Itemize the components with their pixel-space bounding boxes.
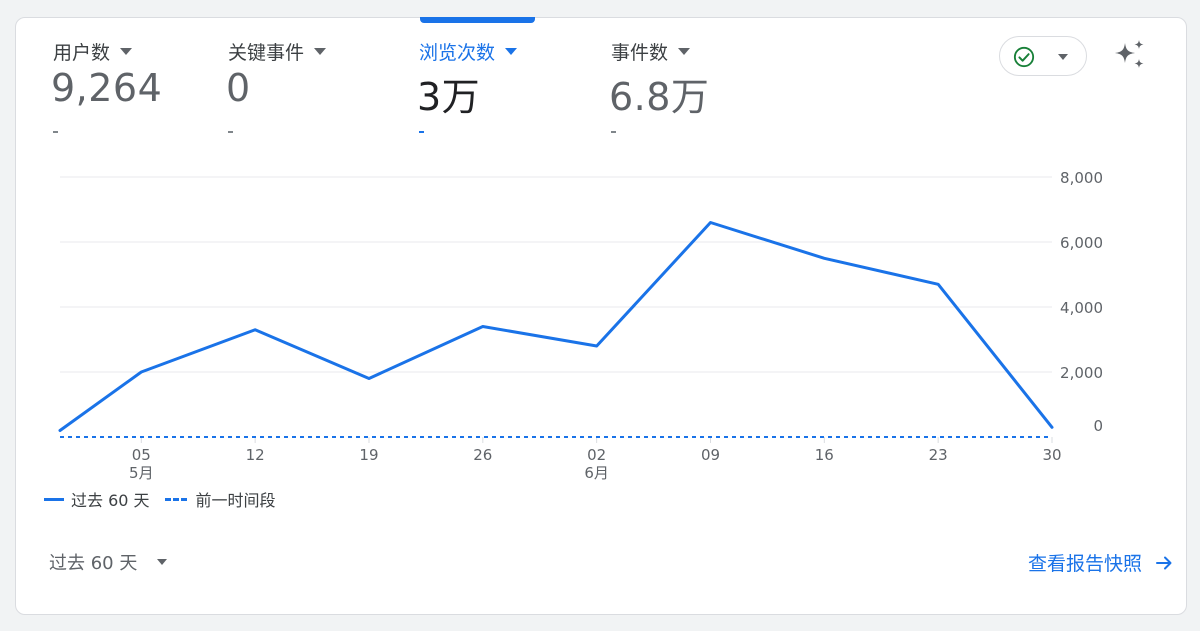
x-tick-label: 12 [246, 446, 265, 464]
chart-legend: 过去 60 天 前一时间段 [44, 487, 291, 511]
x-tick-label: 05 [132, 446, 151, 464]
y-tick-label: 2,000 [1060, 364, 1103, 382]
solid-line-swatch [44, 497, 64, 501]
legend-item-previous: 前一时间段 [164, 487, 276, 511]
date-range-dropdown[interactable]: 过去 60 天 [49, 549, 168, 575]
x-tick-label: 23 [929, 446, 948, 464]
y-tick-label: 4,000 [1060, 299, 1103, 317]
current-period-line [58, 221, 1054, 432]
x-tick-month-label: 5月 [129, 464, 154, 482]
legend-current-label: 过去 60 天 [71, 491, 150, 510]
x-tick-label: 26 [473, 446, 492, 464]
report-link-label: 查看报告快照 [1027, 553, 1142, 575]
legend-item-current: 过去 60 天 [44, 487, 150, 511]
x-tick-label: 30 [1042, 446, 1061, 464]
x-tick-label: 02 [587, 446, 606, 464]
dashed-line-swatch [164, 497, 187, 501]
legend-previous-label: 前一时间段 [195, 491, 276, 510]
y-tick-label: 8,000 [1060, 169, 1103, 187]
arrow-right-icon [1156, 556, 1172, 569]
x-tick-label: 16 [815, 446, 834, 464]
x-tick-label: 09 [701, 446, 720, 464]
y-tick-label: 6,000 [1060, 234, 1103, 252]
x-tick-label: 19 [359, 446, 378, 464]
views-line-chart: 8,000 6,000 4,000 2,000 0 055月 12 19 26 026月 09 16 2… [58, 169, 1103, 482]
x-tick-month-label: 6月 [584, 464, 609, 482]
y-tick-label: 0 [1093, 417, 1103, 435]
view-report-snapshot-link[interactable]: 查看报告快照 [1028, 549, 1174, 576]
date-range-label: 过去 60 天 [49, 553, 138, 574]
chevron-down-icon [157, 559, 168, 565]
